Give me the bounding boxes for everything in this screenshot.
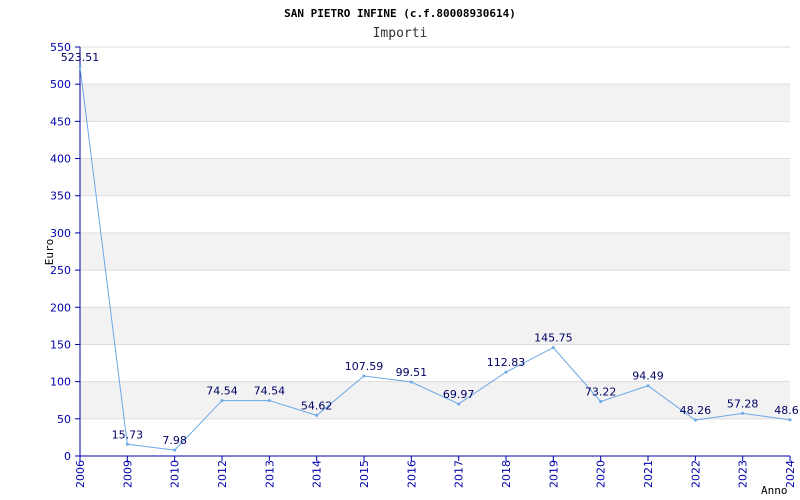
grid-band bbox=[80, 158, 790, 196]
data-label: 57.28 bbox=[727, 397, 759, 410]
y-tick-label: 50 bbox=[57, 413, 71, 426]
data-point bbox=[173, 448, 177, 452]
grid-band bbox=[80, 84, 790, 122]
x-tick-label: 2012 bbox=[216, 460, 229, 488]
data-label: 15.73 bbox=[112, 428, 144, 441]
grid-band bbox=[80, 307, 790, 345]
data-point bbox=[599, 400, 603, 404]
data-point bbox=[693, 418, 697, 422]
data-label: 523.51 bbox=[61, 51, 100, 64]
y-tick-label: 500 bbox=[50, 78, 71, 91]
data-label: 94.49 bbox=[632, 370, 664, 383]
x-tick-label: 2009 bbox=[121, 460, 134, 488]
data-label: 99.51 bbox=[396, 366, 428, 379]
data-label: 74.54 bbox=[254, 385, 286, 398]
data-label: 48.61 bbox=[774, 404, 800, 417]
y-tick-label: 350 bbox=[50, 190, 71, 203]
data-label: 73.22 bbox=[585, 386, 617, 399]
x-tick-label: 2018 bbox=[500, 460, 513, 488]
chart-title: SAN PIETRO INFINE (c.f.80008930614) bbox=[284, 7, 516, 20]
y-tick-label: 300 bbox=[50, 227, 71, 240]
x-tick-label: 2016 bbox=[405, 460, 418, 488]
data-label: 54.62 bbox=[301, 399, 333, 412]
data-point bbox=[267, 399, 271, 403]
data-point bbox=[457, 402, 461, 406]
x-tick-label: 2020 bbox=[595, 460, 608, 488]
data-label: 69.97 bbox=[443, 388, 475, 401]
data-point bbox=[78, 65, 82, 69]
y-axis-label: Euro bbox=[43, 239, 56, 266]
data-label: 107.59 bbox=[345, 360, 384, 373]
grid-bands bbox=[80, 84, 790, 419]
x-tick-label: 2023 bbox=[737, 460, 750, 488]
data-label: 145.75 bbox=[534, 332, 573, 345]
x-tick-label: 2015 bbox=[358, 460, 371, 488]
data-point bbox=[409, 380, 413, 384]
grid-band bbox=[80, 232, 790, 271]
x-tick-label: 2021 bbox=[642, 460, 655, 488]
x-tick-label: 2010 bbox=[169, 460, 182, 488]
data-point bbox=[741, 411, 745, 415]
x-axis-label: Anno bbox=[761, 484, 788, 497]
data-point bbox=[220, 399, 224, 403]
line-chart: SAN PIETRO INFINE (c.f.80008930614) Impo… bbox=[43, 7, 800, 497]
x-tick-label: 2022 bbox=[689, 460, 702, 488]
x-tick-label: 2017 bbox=[453, 460, 466, 488]
y-tick-label: 200 bbox=[50, 301, 71, 314]
data-point bbox=[646, 384, 650, 388]
data-label: 7.98 bbox=[162, 434, 187, 447]
x-axis-ticks: 2006 2009 2010 2012 2013 2014 2015 2016 2017 2018… bbox=[74, 456, 797, 488]
data-point bbox=[551, 346, 555, 350]
data-label: 112.83 bbox=[487, 356, 526, 369]
x-tick-label: 2019 bbox=[547, 460, 560, 488]
data-point bbox=[315, 413, 319, 417]
data-label: 74.54 bbox=[206, 385, 238, 398]
x-tick-label: 2014 bbox=[311, 460, 324, 488]
data-label: 48.26 bbox=[680, 404, 712, 417]
y-tick-label: 100 bbox=[50, 376, 71, 389]
y-tick-label: 450 bbox=[50, 115, 71, 128]
chart-subtitle: Importi bbox=[373, 26, 428, 41]
y-tick-label: 0 bbox=[64, 450, 71, 463]
y-tick-label: 400 bbox=[50, 153, 71, 166]
data-point bbox=[788, 418, 792, 422]
data-point bbox=[125, 442, 129, 446]
data-point bbox=[362, 374, 366, 378]
x-tick-label: 2006 bbox=[74, 460, 87, 488]
x-tick-label: 2013 bbox=[263, 460, 276, 488]
data-point bbox=[504, 370, 508, 374]
y-tick-label: 150 bbox=[50, 338, 71, 351]
